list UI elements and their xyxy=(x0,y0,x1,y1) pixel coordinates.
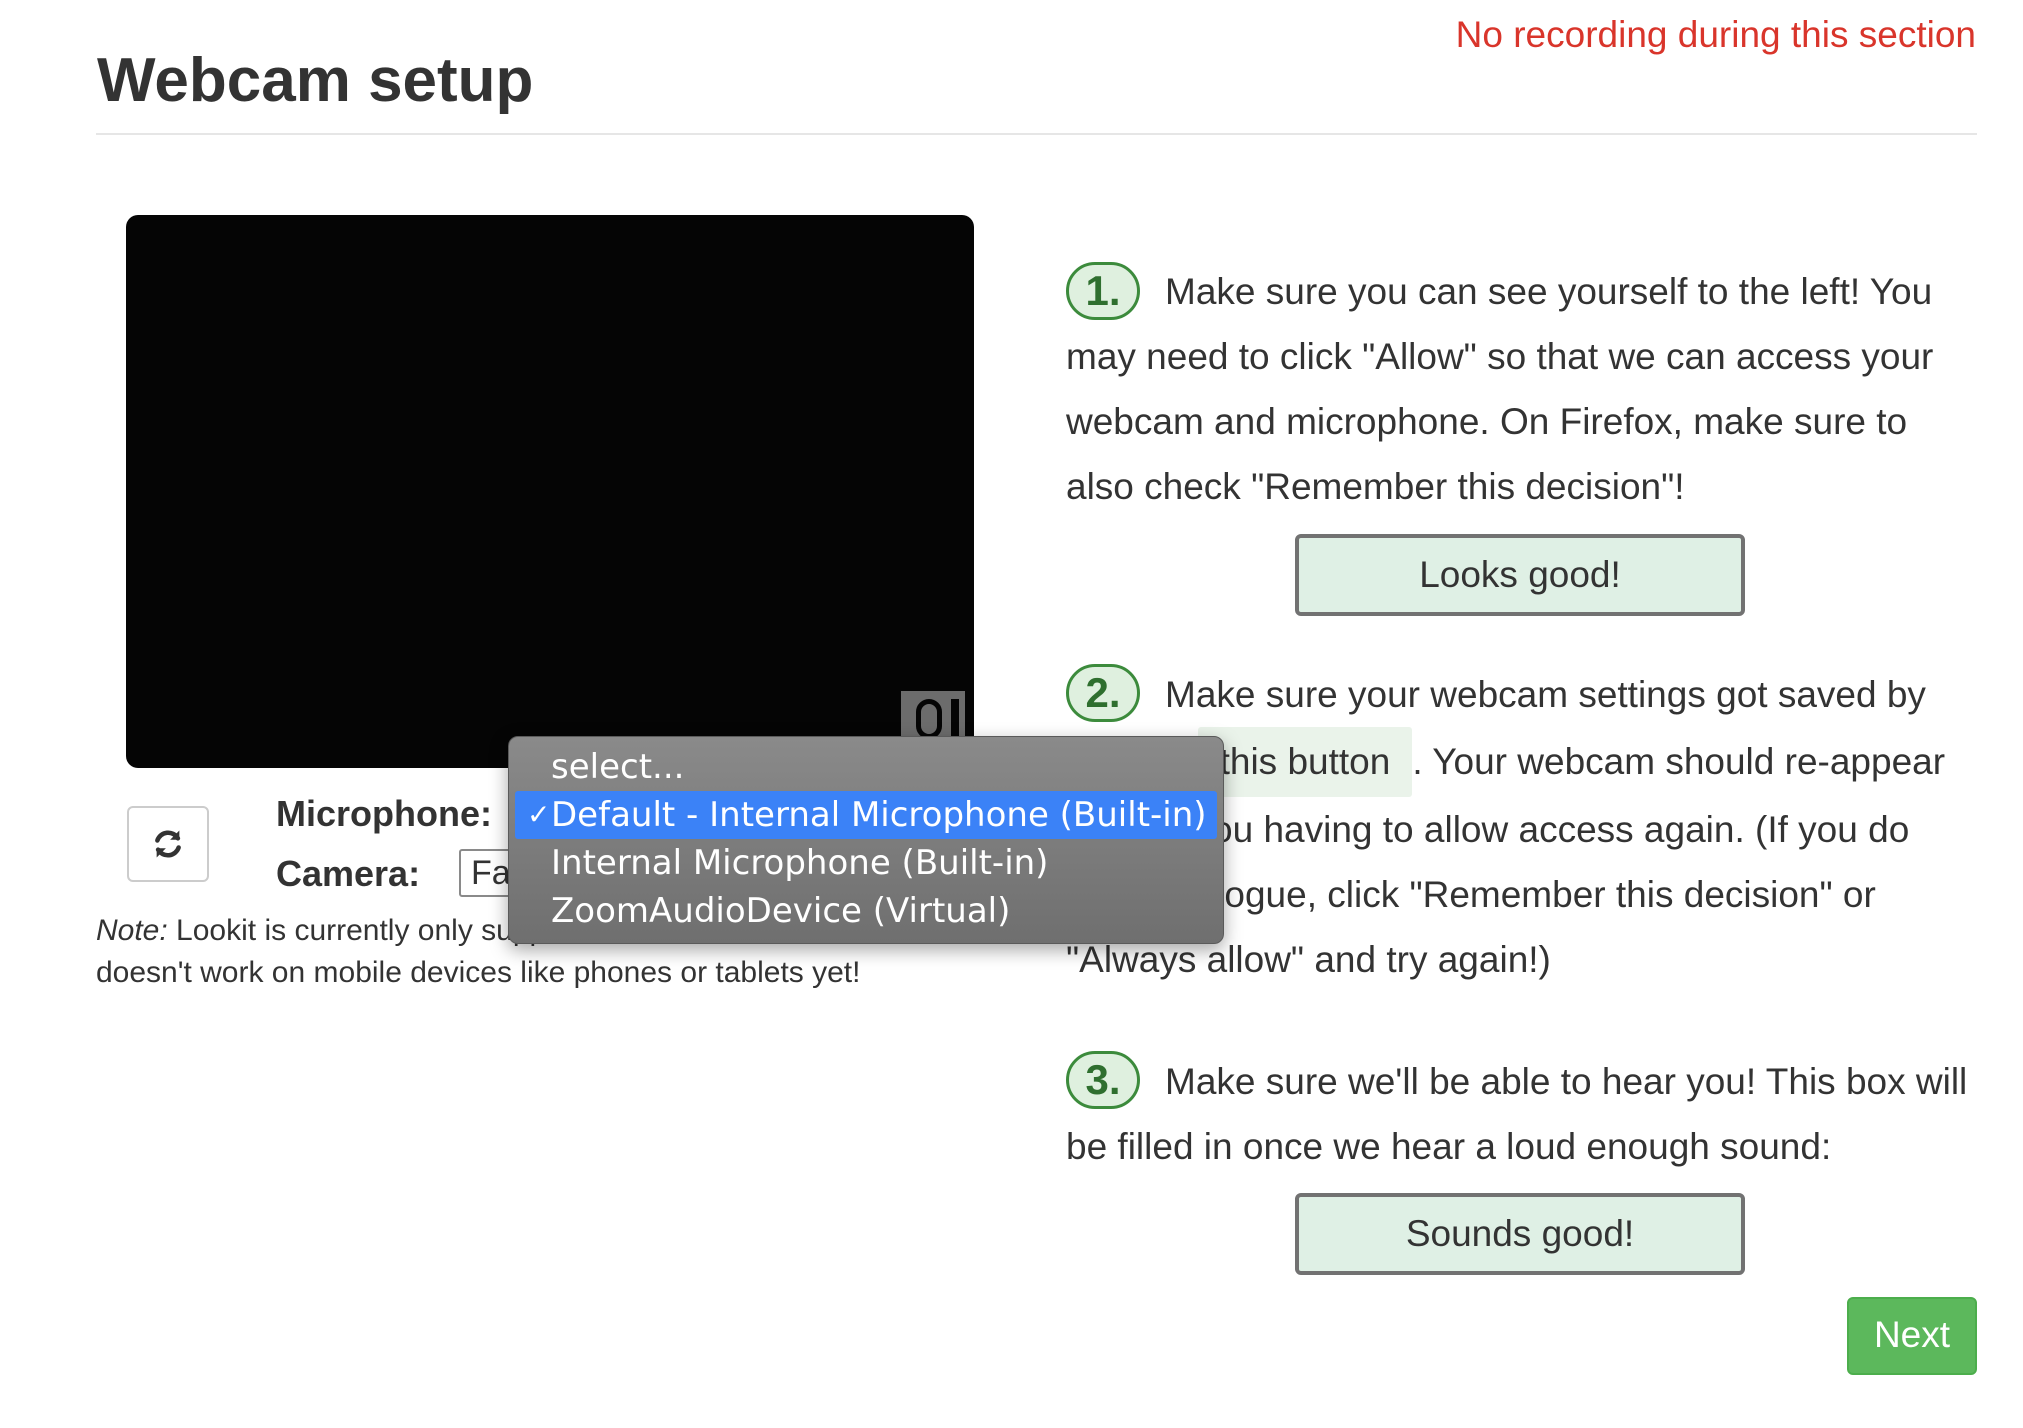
microphone-option-label: select... xyxy=(551,747,685,787)
step-2-badge: 2. xyxy=(1066,664,1140,722)
step-3-badge: 3. xyxy=(1066,1051,1140,1109)
reload-webcam-button[interactable]: this button xyxy=(1197,727,1413,797)
microphone-option-label: Default - Internal Microphone (Built-in) xyxy=(551,795,1207,835)
sounds-good-button[interactable]: Sounds good! xyxy=(1295,1193,1745,1275)
microphone-option[interactable]: ZoomAudioDevice (Virtual) xyxy=(509,887,1223,935)
microphone-option-label: Internal Microphone (Built-in) xyxy=(551,843,1049,883)
webcam-preview xyxy=(126,215,974,768)
header-divider xyxy=(96,133,1977,135)
looks-good-button[interactable]: Looks good! xyxy=(1295,534,1745,616)
microphone-dropdown-menu[interactable]: select... ✓ Default - Internal Microphone… xyxy=(508,736,1224,944)
microphone-option[interactable]: select... xyxy=(509,743,1223,791)
microphone-option[interactable]: Internal Microphone (Built-in) xyxy=(509,839,1223,887)
step-1-text: Make sure you can see yourself to the le… xyxy=(1066,271,1934,507)
step-1-badge: 1. xyxy=(1066,262,1140,320)
step-3-text: Make sure we'll be able to hear you! Thi… xyxy=(1066,1061,1968,1167)
microphone-option-selected[interactable]: ✓ Default - Internal Microphone (Built-in… xyxy=(515,791,1217,839)
note-prefix: Note: xyxy=(96,914,168,947)
next-button[interactable]: Next xyxy=(1847,1297,1977,1375)
refresh-button[interactable] xyxy=(127,806,209,882)
camera-label: Camera: xyxy=(276,853,421,894)
page-title: Webcam setup xyxy=(97,46,534,115)
refresh-icon xyxy=(155,830,181,858)
checkmark-icon: ✓ xyxy=(527,798,551,831)
microphone-label: Microphone: xyxy=(276,793,492,834)
microphone-option-label: ZoomAudioDevice (Virtual) xyxy=(551,891,1011,931)
recording-notice: No recording during this section xyxy=(1455,14,1976,55)
